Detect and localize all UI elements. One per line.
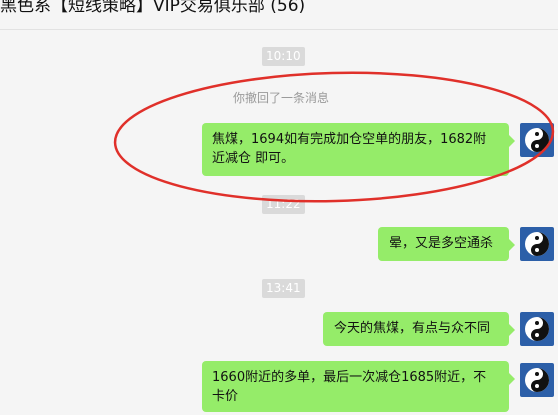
- message-text: 晕，又是多空通杀: [389, 236, 494, 251]
- avatar[interactable]: [520, 227, 554, 261]
- recall-notice: 你撤回了一条消息: [233, 91, 330, 105]
- avatar[interactable]: [520, 312, 554, 346]
- timestamp: 11:22: [262, 195, 305, 214]
- message-bubble[interactable]: 焦煤，1694如有完成加仓空单的朋友，1682附近减仓 即可。: [202, 123, 515, 176]
- yin-yang-icon: [525, 317, 549, 341]
- yin-yang-icon: [525, 232, 549, 256]
- chat-message-area[interactable]: 10:10 你撤回了一条消息 焦煤，1694如有完成加仓空单的朋友，1682附近…: [0, 31, 558, 415]
- message-bubble[interactable]: 晕，又是多空通杀: [378, 227, 515, 261]
- avatar[interactable]: [520, 363, 554, 397]
- yin-yang-icon: [525, 128, 549, 152]
- message-text: 焦煤，1694如有完成加仓空单的朋友，1682附近减仓 即可。: [212, 132, 487, 166]
- message-bubble[interactable]: 今天的焦煤，有点与众不同: [323, 312, 515, 346]
- message-text: 今天的焦煤，有点与众不同: [334, 321, 491, 336]
- message-bubble[interactable]: 1660附近的多单，最后一次减仓1685附近，不卡价: [202, 361, 515, 412]
- yin-yang-icon: [525, 368, 549, 392]
- chat-title[interactable]: 黑色系【短线策略】VIP交易俱乐部 (56): [0, 0, 305, 16]
- chat-header: 黑色系【短线策略】VIP交易俱乐部 (56): [0, 0, 558, 30]
- avatar[interactable]: [520, 123, 554, 157]
- timestamp: 10:10: [262, 47, 305, 66]
- message-text: 1660附近的多单，最后一次减仓1685附近，不卡价: [212, 370, 487, 404]
- timestamp: 13:41: [262, 279, 305, 298]
